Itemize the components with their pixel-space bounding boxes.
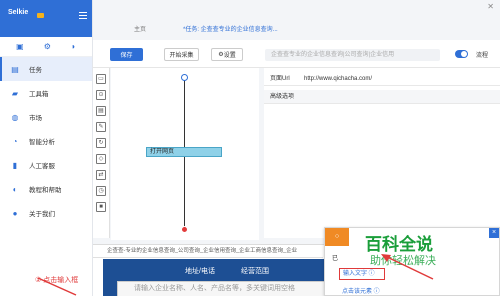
sidebar: Selkie ▣ ⚙ ◗ ▤ 任务 ▰ 工具箱 ◍ 市场 ◔ 智能分析 ▮ 人工… xyxy=(0,0,93,296)
flow-toggle-label: 流程 xyxy=(476,53,489,59)
support-icon: ▮ xyxy=(12,160,18,170)
hint-arrow-icon xyxy=(37,277,77,296)
site-nav-scope[interactable]: 经营范围 xyxy=(241,266,269,276)
hamburger-menu-icon[interactable] xyxy=(79,12,87,21)
sidebar-item-analysis[interactable]: ◔ 智能分析 xyxy=(0,129,92,153)
sidebar-item-label: 教程和帮助 xyxy=(29,187,62,194)
sidebar-item-tasks[interactable]: ▤ 任务 xyxy=(0,57,92,81)
loop-tool-icon[interactable]: ↻ xyxy=(96,138,106,148)
tasks-icon: ▤ xyxy=(11,64,19,74)
clipboard-icon[interactable]: ▣ xyxy=(16,42,24,51)
advanced-options-row[interactable]: 高级选项 xyxy=(264,90,500,104)
start-collect-button[interactable]: 开始采集 xyxy=(164,48,199,61)
advanced-options-label: 高级选项 xyxy=(270,94,295,100)
sidebar-item-label: 关于我们 xyxy=(29,211,55,218)
url-field[interactable]: http://www.qichacha.com/ xyxy=(304,72,372,86)
sidebar-item-label: 市场 xyxy=(29,115,42,122)
tips-icon: ○ xyxy=(325,228,349,246)
sidebar-item-label: 智能分析 xyxy=(29,139,55,146)
click-tool-icon[interactable]: ⊙ xyxy=(96,90,106,100)
click-element-option[interactable]: 点击该元素 ⓘ xyxy=(342,286,380,295)
pointer-arrow-icon xyxy=(381,254,434,280)
sidebar-item-help[interactable]: ◐ 教程和帮助 xyxy=(0,177,92,201)
flow-end-node[interactable] xyxy=(181,226,188,233)
sidebar-item-support[interactable]: ▮ 人工客服 xyxy=(0,153,92,177)
switch-tool-icon[interactable]: ⇄ xyxy=(96,170,106,180)
flow-canvas: 打开网页 xyxy=(111,68,259,240)
condition-tool-icon[interactable]: ◇ xyxy=(96,154,106,164)
save-button[interactable]: 保存 xyxy=(110,48,143,61)
sidebar-shortcuts: ▣ ⚙ ◗ xyxy=(0,37,92,57)
tab-task[interactable]: *任务: 企查查专业的企业信息查询... xyxy=(183,24,278,33)
help-icon: ◐ xyxy=(12,184,18,194)
flow-node-open-page[interactable]: 打开网页 xyxy=(146,147,222,157)
toolbox-icon: ▰ xyxy=(11,88,19,98)
open-page-tool-icon[interactable]: ▭ xyxy=(96,74,106,84)
app-name: Selkie xyxy=(8,9,29,16)
flow-toggle[interactable] xyxy=(455,50,468,58)
tab-bar: 主页 *任务: 企查查专业的企业信息查询... ✕ xyxy=(93,0,500,37)
settings-button[interactable]: ⚙ 设置 xyxy=(211,48,243,61)
market-icon: ◍ xyxy=(11,112,19,122)
sidebar-item-toolbox[interactable]: ▰ 工具箱 xyxy=(0,81,92,105)
url-label: 页面Url xyxy=(270,76,290,82)
gear-icon[interactable]: ⚙ xyxy=(44,42,51,51)
popup-title: 已 xyxy=(332,256,339,262)
analysis-icon: ◔ xyxy=(12,136,18,146)
headset-icon[interactable]: ◗ xyxy=(71,42,76,51)
url-row: 页面Url http://www.qichacha.com/ xyxy=(264,72,500,86)
vip-badge-icon xyxy=(37,13,44,18)
browser-address-bar: 企查查-专业的企业信息查询_公司查询_企业信用查询_企业工商信息查询_企业 xyxy=(93,245,323,258)
settings-label: 设置 xyxy=(223,53,236,59)
wait-tool-icon[interactable]: ◷ xyxy=(96,186,106,196)
task-name-field[interactable]: 企查查专业的企业信息查询|公司查询|企业信用 xyxy=(265,49,440,61)
flow-start-node[interactable] xyxy=(181,74,188,81)
app-brand: Selkie xyxy=(0,0,92,37)
properties-panel: 页面Url http://www.qichacha.com/ 高级选项 xyxy=(264,68,500,238)
sidebar-item-label: 人工客服 xyxy=(29,163,55,170)
popup-close-icon[interactable]: × xyxy=(489,228,499,238)
sidebar-item-label: 任务 xyxy=(29,67,42,74)
sidebar-item-label: 工具箱 xyxy=(29,91,49,98)
input-text-tool-icon[interactable]: ✎ xyxy=(96,122,106,132)
tab-home[interactable]: 主页 xyxy=(134,24,146,33)
end-tool-icon[interactable]: ■ xyxy=(96,202,106,212)
about-icon: ● xyxy=(12,208,18,218)
task-toolbar: 保存 开始采集 ⚙ 设置 企查查专业的企业信息查询|公司查询|企业信用 流程 xyxy=(93,40,500,68)
sidebar-item-market[interactable]: ◍ 市场 xyxy=(0,105,92,129)
close-window-icon[interactable]: ✕ xyxy=(487,2,494,11)
flow-tool-palette: ▭ ⊙ ▤ ✎ ↻ ◇ ⇄ ◷ ■ xyxy=(93,68,110,238)
extract-tool-icon[interactable]: ▤ xyxy=(96,106,106,116)
sidebar-item-about[interactable]: ● 关于我们 xyxy=(0,201,92,225)
site-nav-address[interactable]: 地址/电话 xyxy=(185,266,215,276)
